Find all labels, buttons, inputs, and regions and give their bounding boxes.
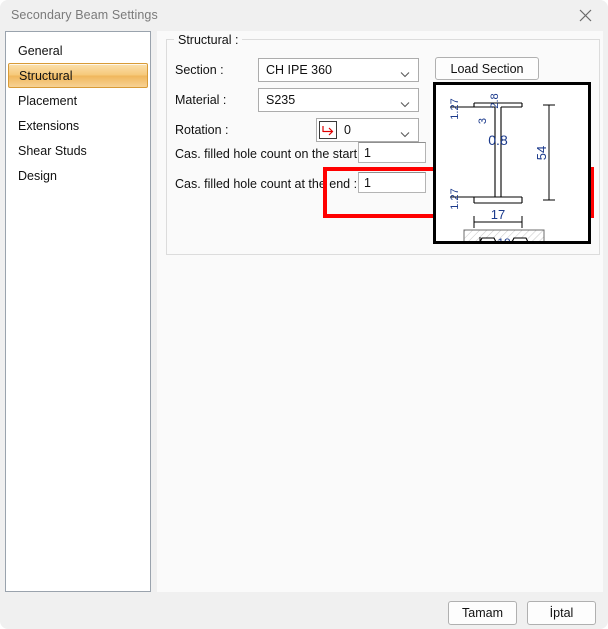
sidebar-nav: General Structural Placement Extensions …: [5, 31, 151, 592]
chevron-down-icon: [400, 67, 410, 78]
title-bar: Secondary Beam Settings: [0, 0, 608, 31]
holes-start-value: 1: [364, 146, 371, 160]
sidebar-item-label: General: [18, 43, 63, 58]
dim-hex-hole: 18: [497, 236, 511, 241]
cancel-button-label: İptal: [549, 606, 574, 620]
material-label: Material :: [175, 93, 227, 107]
dim-web-thickness: 0.8: [488, 132, 508, 148]
dialog-window: Secondary Beam Settings General Structur…: [0, 0, 608, 629]
section-label: Section :: [175, 63, 224, 77]
dim-web-upper: 3: [477, 118, 489, 124]
sidebar-item-label: Design: [18, 168, 57, 183]
dim-bottom-left: 1.27: [449, 188, 461, 209]
section-profile-drawing: 54 17 1.27 1.27 2.8 3 0.8: [433, 82, 591, 244]
sidebar-item-label: Structural: [19, 68, 73, 83]
chevron-down-icon: [400, 97, 410, 108]
dim-top-flange: 2.8: [489, 93, 501, 108]
ok-button[interactable]: Tamam: [448, 601, 517, 625]
chevron-down-icon: [400, 127, 410, 138]
sidebar-item-label: Placement: [18, 93, 78, 108]
holes-end-label: Cas. filled hole count at the end :: [175, 177, 358, 191]
dim-top-left: 1.27: [449, 98, 461, 119]
sidebar-item-label: Shear Studs: [18, 143, 87, 158]
rotation-label: Rotation :: [175, 123, 229, 137]
holes-start-input[interactable]: 1: [358, 142, 426, 163]
load-section-label: Load Section: [450, 61, 524, 76]
material-combobox[interactable]: S235: [258, 88, 419, 112]
main-content-panel: Structural : Section : CH IPE 360 Materi…: [157, 31, 603, 592]
cancel-button[interactable]: İptal: [527, 601, 596, 625]
holes-end-input[interactable]: 1: [358, 172, 426, 193]
rotation-combobox[interactable]: 0: [316, 118, 419, 142]
sidebar-item-design[interactable]: Design: [6, 163, 150, 188]
sidebar-item-shear-studs[interactable]: Shear Studs: [6, 138, 150, 163]
holes-end-value: 1: [364, 176, 371, 190]
dim-width: 17: [491, 207, 505, 222]
close-icon: [579, 9, 592, 22]
window-title: Secondary Beam Settings: [11, 8, 158, 22]
sidebar-item-general[interactable]: General: [6, 38, 150, 63]
sidebar-item-structural[interactable]: Structural: [8, 63, 148, 88]
rotation-value: 0: [344, 123, 351, 137]
holes-start-label: Cas. filled hole count on the start :: [175, 147, 364, 161]
sidebar-item-label: Extensions: [18, 118, 80, 133]
material-value: S235: [266, 93, 296, 107]
group-box-legend: Structural :: [174, 33, 243, 47]
section-combobox[interactable]: CH IPE 360: [258, 58, 419, 82]
close-button[interactable]: [563, 0, 608, 31]
load-section-button[interactable]: Load Section: [435, 57, 539, 80]
ok-button-label: Tamam: [462, 606, 503, 620]
dim-height: 54: [534, 146, 549, 160]
sidebar-item-placement[interactable]: Placement: [6, 88, 150, 113]
red-arrow-right-icon: [319, 121, 337, 139]
section-value: CH IPE 360: [266, 63, 333, 77]
sidebar-item-extensions[interactable]: Extensions: [6, 113, 150, 138]
